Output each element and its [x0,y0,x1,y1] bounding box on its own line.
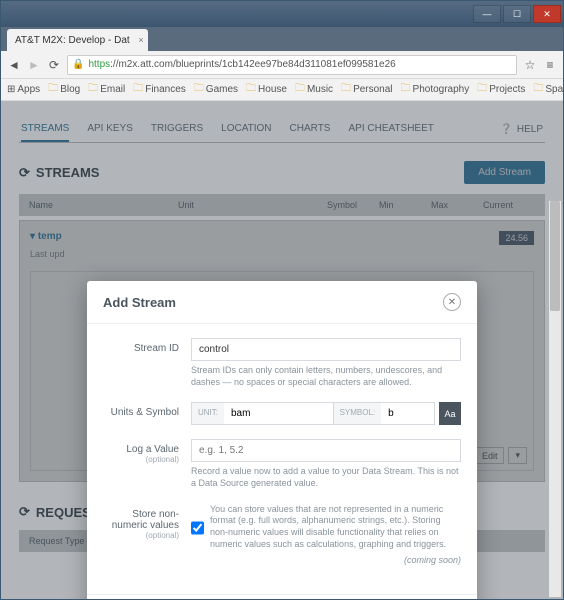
coming-soon-text: (coming soon) [191,555,461,567]
unit-prefix-label: UNIT: [192,403,224,424]
modal-close-button[interactable]: ✕ [443,293,461,311]
url-path: /blueprints/1cb142ee97be84d311081ef09958… [173,59,396,70]
bookmark-folder[interactable]: 🗀Blog [48,81,80,98]
nonnumeric-hint: You can store values that are not repres… [210,504,461,551]
url-scheme: https [88,59,110,70]
nonnumeric-label: Store non-numeric values (optional) [103,504,191,566]
scrollbar-thumb[interactable] [550,201,560,311]
browser-tab-title: AT&T M2X: Develop - Dat [15,35,130,46]
modal-title: Add Stream [103,295,176,310]
url-host: ://m2x.att.com [110,59,173,70]
bookmark-folder[interactable]: 🗀SparkFun [533,81,564,98]
units-label: Units & Symbol [103,402,191,425]
star-icon[interactable]: ☆ [523,58,537,72]
case-toggle-button[interactable]: Aa [439,402,461,425]
symbol-prefix-label: SYMBOL: [334,403,382,424]
scrollbar-track[interactable] [549,201,561,597]
window-close-button[interactable]: ✕ [533,5,561,23]
bookmark-folder[interactable]: 🗀Finances [133,81,186,98]
bookmark-folder[interactable]: 🗀Projects [477,81,525,98]
log-value-input[interactable] [191,439,461,462]
add-stream-modal: Add Stream ✕ Stream ID Stream IDs can on… [87,281,477,599]
browser-toolbar: ◄ ► ⟳ 🔒 https ://m2x.att.com /blueprints… [1,51,563,79]
bookmark-folder[interactable]: 🗀Photography [401,81,470,98]
window-title-bar: — ☐ ✕ [1,1,563,27]
window-minimize-button[interactable]: — [473,5,501,23]
bookmark-folder[interactable]: 🗀House [246,81,287,98]
forward-icon[interactable]: ► [27,58,41,72]
stream-id-hint: Stream IDs can only contain letters, num… [191,365,461,388]
close-icon[interactable]: × [138,35,143,45]
close-icon: ✕ [448,297,456,308]
back-icon[interactable]: ◄ [7,58,21,72]
nonnumeric-checkbox[interactable] [191,505,204,551]
bookmark-folder[interactable]: 🗀Personal [341,81,392,98]
apps-shortcut[interactable]: ⊞Apps [7,84,40,95]
lock-icon: 🔒 [72,59,84,70]
address-bar[interactable]: 🔒 https ://m2x.att.com /blueprints/1cb14… [67,55,517,75]
log-value-hint: Record a value now to add a value to you… [191,466,461,489]
bookmark-folder[interactable]: 🗀Music [295,81,333,98]
log-value-label: Log a Value (optional) [103,439,191,489]
unit-input[interactable] [224,403,333,424]
reload-icon[interactable]: ⟳ [47,58,61,72]
symbol-input[interactable] [381,403,434,424]
bookmark-folder[interactable]: 🗀Games [194,81,238,98]
browser-tab[interactable]: AT&T M2X: Develop - Dat × [7,29,148,51]
bookmarks-bar: ⊞Apps 🗀Blog 🗀Email 🗀Finances 🗀Games 🗀Hou… [1,79,563,101]
stream-id-label: Stream ID [103,338,191,388]
bookmark-folder[interactable]: 🗀Email [88,81,125,98]
menu-icon[interactable]: ≡ [543,58,557,72]
window-maximize-button[interactable]: ☐ [503,5,531,23]
stream-id-input[interactable] [191,338,461,361]
browser-tab-strip: AT&T M2X: Develop - Dat × [1,27,563,51]
